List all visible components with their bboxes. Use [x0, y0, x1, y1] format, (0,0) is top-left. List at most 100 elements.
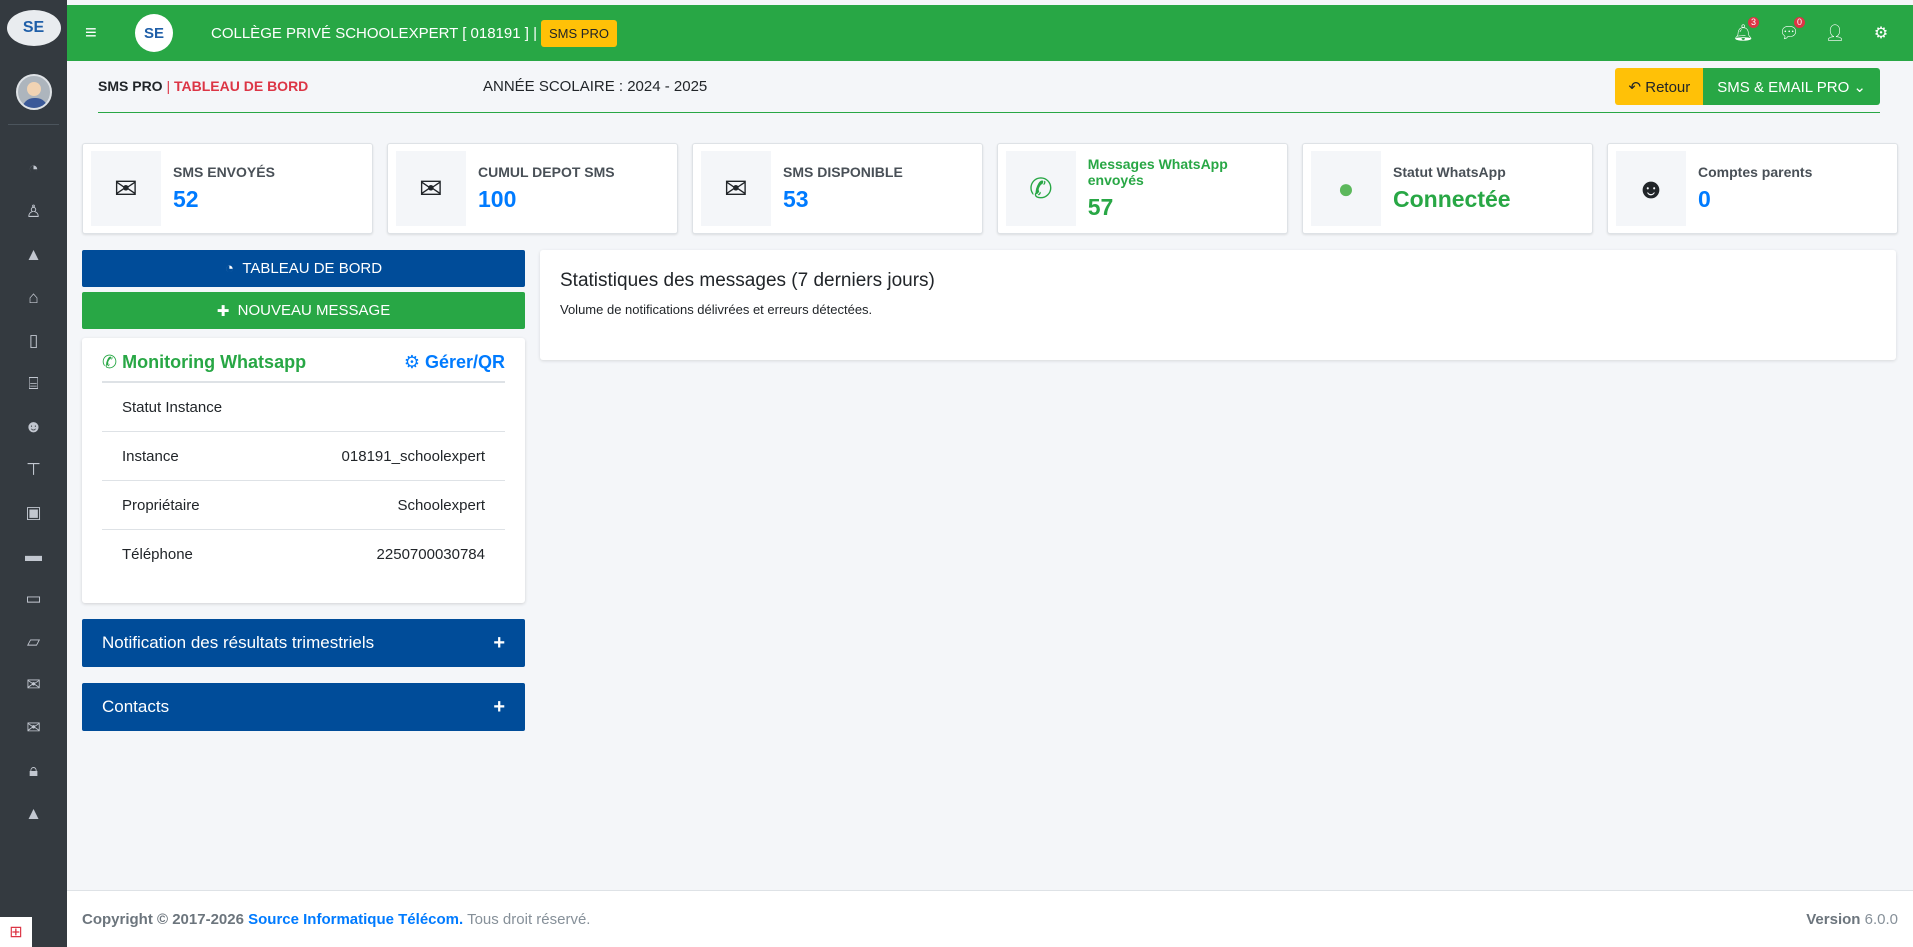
- settings-icon[interactable]: ⚙: [1871, 23, 1891, 43]
- reply-icon: ↶: [1628, 79, 1646, 96]
- gear-icon: ⚙: [403, 352, 425, 372]
- sms-pro-badge: SMS PRO: [541, 19, 617, 47]
- lock-icon[interactable]: 🔒︎: [0, 749, 67, 792]
- user-avatar[interactable]: [15, 74, 52, 110]
- dashboard-button[interactable]: ◔ TABLEAU DE BORD: [82, 250, 525, 287]
- user-icon[interactable]: 👤︎: [1825, 23, 1845, 43]
- copyright-text: Copyright © 2017-2026: [82, 910, 244, 928]
- row-label: Statut Instance: [122, 398, 223, 416]
- envelope-icon: ✉: [701, 151, 771, 226]
- card-comptes-parents: ☻ Comptes parents 0: [1607, 143, 1898, 234]
- new-message-label: NOUVEAU MESSAGE: [237, 302, 391, 319]
- card-statut-whatsapp: ● Statut WhatsApp Connectée: [1302, 143, 1593, 234]
- contacts-panel[interactable]: Contacts +: [82, 683, 525, 731]
- sidebar: SE ◔ ♙ ▲ ⌂ ▯ ⌸ ☻ ⊤ ▣ ▬ ▭ ▱ ✉ ✉ 🔒︎ ▲ ⊞: [0, 0, 67, 947]
- version-label: Version: [1806, 910, 1861, 928]
- retour-label: Retour: [1645, 79, 1691, 96]
- envelope-icon[interactable]: ✉: [0, 706, 67, 749]
- bank-icon[interactable]: ⌸: [0, 362, 67, 405]
- manage-qr-link[interactable]: ⚙ Gérer/QR: [404, 352, 505, 373]
- dashboard-icon[interactable]: ◔: [0, 147, 67, 190]
- version-info: Version 6.0.0: [1806, 911, 1898, 928]
- crumb-page: TABLEAU DE BORD: [174, 78, 309, 94]
- graduation-icon[interactable]: ▲: [0, 233, 67, 276]
- card-whatsapp-envoyes: ✆ Messages WhatsApp envoyés 57: [997, 143, 1288, 234]
- row-label: Propriétaire: [122, 496, 200, 514]
- manage-qr-label: Gérer/QR: [424, 352, 505, 372]
- card-value: 53: [783, 186, 809, 212]
- crumb-sep: |: [166, 78, 171, 94]
- monitoring-row: Statut Instance: [102, 383, 505, 432]
- card-value: Connectée: [1393, 186, 1511, 212]
- app-logo[interactable]: SE: [6, 10, 61, 46]
- card-value: 52: [173, 186, 199, 212]
- stats-title: Statistiques des messages (7 derniers jo…: [560, 270, 935, 291]
- panel-title: Contacts: [102, 697, 170, 716]
- users-icon: ☻: [1616, 151, 1686, 226]
- chat-icon[interactable]: 💬︎ 0: [1779, 17, 1805, 43]
- laravel-icon: ⊞: [0, 917, 32, 947]
- folder-icon[interactable]: ▬: [0, 534, 67, 577]
- message-stats-panel: Statistiques des messages (7 derniers jo…: [540, 250, 1896, 360]
- green-dot-icon: ●: [1311, 151, 1381, 226]
- copyright: Copyright © 2017-2026 Source Informatiqu…: [82, 911, 590, 928]
- footer: Copyright © 2017-2026 Source Informatiqu…: [67, 890, 1913, 947]
- home-icon[interactable]: ⌂: [0, 276, 67, 319]
- bus-icon[interactable]: ▭: [0, 577, 67, 620]
- breadcrumb: SMS PRO | TABLEAU DE BORD: [98, 78, 308, 94]
- envelope-outline-icon: ✉: [91, 151, 161, 226]
- card-label: SMS ENVOYÉS: [173, 164, 275, 180]
- row-label: Instance: [122, 447, 179, 465]
- brand-link[interactable]: Source Informatique Télécom.: [248, 911, 463, 928]
- top-logo[interactable]: SE: [135, 14, 173, 52]
- stat-cards: ✉ SMS ENVOYÉS 52 ✉ CUMUL DEPOT SMS 100 ✉ S…: [82, 143, 1898, 234]
- panel-title: Notification des résultats trimestriels: [102, 633, 375, 652]
- sidebar-divider: [8, 124, 59, 125]
- money-icon[interactable]: ▣: [0, 491, 67, 534]
- row-value: 018191_schoolexpert: [341, 447, 485, 465]
- card-value: 0: [1698, 186, 1711, 212]
- version-number: 6.0.0: [1864, 910, 1898, 928]
- card-label: Messages WhatsApp envoyés: [1087, 156, 1228, 188]
- card-value: 100: [478, 186, 517, 212]
- bell-icon[interactable]: 🔔︎ 3: [1733, 17, 1759, 43]
- card-sms-envoyes: ✉ SMS ENVOYÉS 52: [82, 143, 373, 234]
- crumb-main: SMS PRO: [98, 78, 163, 94]
- school-title: COLLÈGE PRIVÉ SCHOOLEXPERT [ 018191 ] |: [211, 24, 537, 42]
- left-column: ◔ TABLEAU DE BORD ✚ NOUVEAU MESSAGE ✆ Mo…: [82, 250, 525, 731]
- whatsapp-icon: ✆: [1006, 151, 1076, 226]
- folder-open-icon[interactable]: ▱: [0, 620, 67, 663]
- monitoring-row: Propriétaire Schoolexpert: [102, 481, 505, 530]
- menu-toggle-icon[interactable]: ≡: [85, 22, 115, 45]
- sitemap-icon[interactable]: ⊤: [0, 448, 67, 491]
- msg-count: 0: [1793, 17, 1805, 28]
- expand-icon: +: [493, 695, 505, 718]
- card-label: SMS DISPONIBLE: [783, 164, 903, 180]
- sms-email-dropdown[interactable]: SMS & EMAIL PRO ⌄: [1703, 68, 1880, 105]
- dashboard-icon: ◔: [224, 260, 243, 277]
- card-value: 57: [1087, 194, 1114, 220]
- row-value: Schoolexpert: [397, 496, 485, 514]
- envelope-outline-icon: ✉: [396, 151, 466, 226]
- graduation-icon[interactable]: ▲: [0, 792, 67, 835]
- monitoring-title-text: Monitoring Whatsapp: [122, 352, 307, 372]
- monitoring-row: Instance 018191_schoolexpert: [102, 432, 505, 481]
- notification-results-panel[interactable]: Notification des résultats trimestriels +: [82, 619, 525, 667]
- card-label: Statut WhatsApp: [1393, 164, 1506, 180]
- monitoring-title: ✆ Monitoring Whatsapp: [102, 352, 306, 373]
- expand-icon: +: [493, 631, 505, 654]
- dashboard-button-label: TABLEAU DE BORD: [242, 260, 383, 277]
- child-icon[interactable]: ♙: [0, 190, 67, 233]
- building-icon[interactable]: ▯: [0, 319, 67, 362]
- retour-button[interactable]: ↶ Retour: [1615, 68, 1704, 105]
- whatsapp-icon: ✆: [102, 352, 123, 372]
- card-cumul-depot: ✉ CUMUL DEPOT SMS 100: [387, 143, 678, 234]
- rights-text: Tous droit réservé.: [467, 910, 591, 928]
- whatsapp-monitoring-card: ✆ Monitoring Whatsapp ⚙ Gérer/QR Statut …: [82, 338, 525, 603]
- notif-count: 3: [1747, 17, 1759, 28]
- users-icon[interactable]: ☻: [0, 405, 67, 448]
- envelope-icon[interactable]: ✉: [0, 663, 67, 706]
- new-message-button[interactable]: ✚ NOUVEAU MESSAGE: [82, 292, 525, 329]
- card-label: Comptes parents: [1698, 164, 1813, 180]
- row-label: Téléphone: [122, 546, 193, 563]
